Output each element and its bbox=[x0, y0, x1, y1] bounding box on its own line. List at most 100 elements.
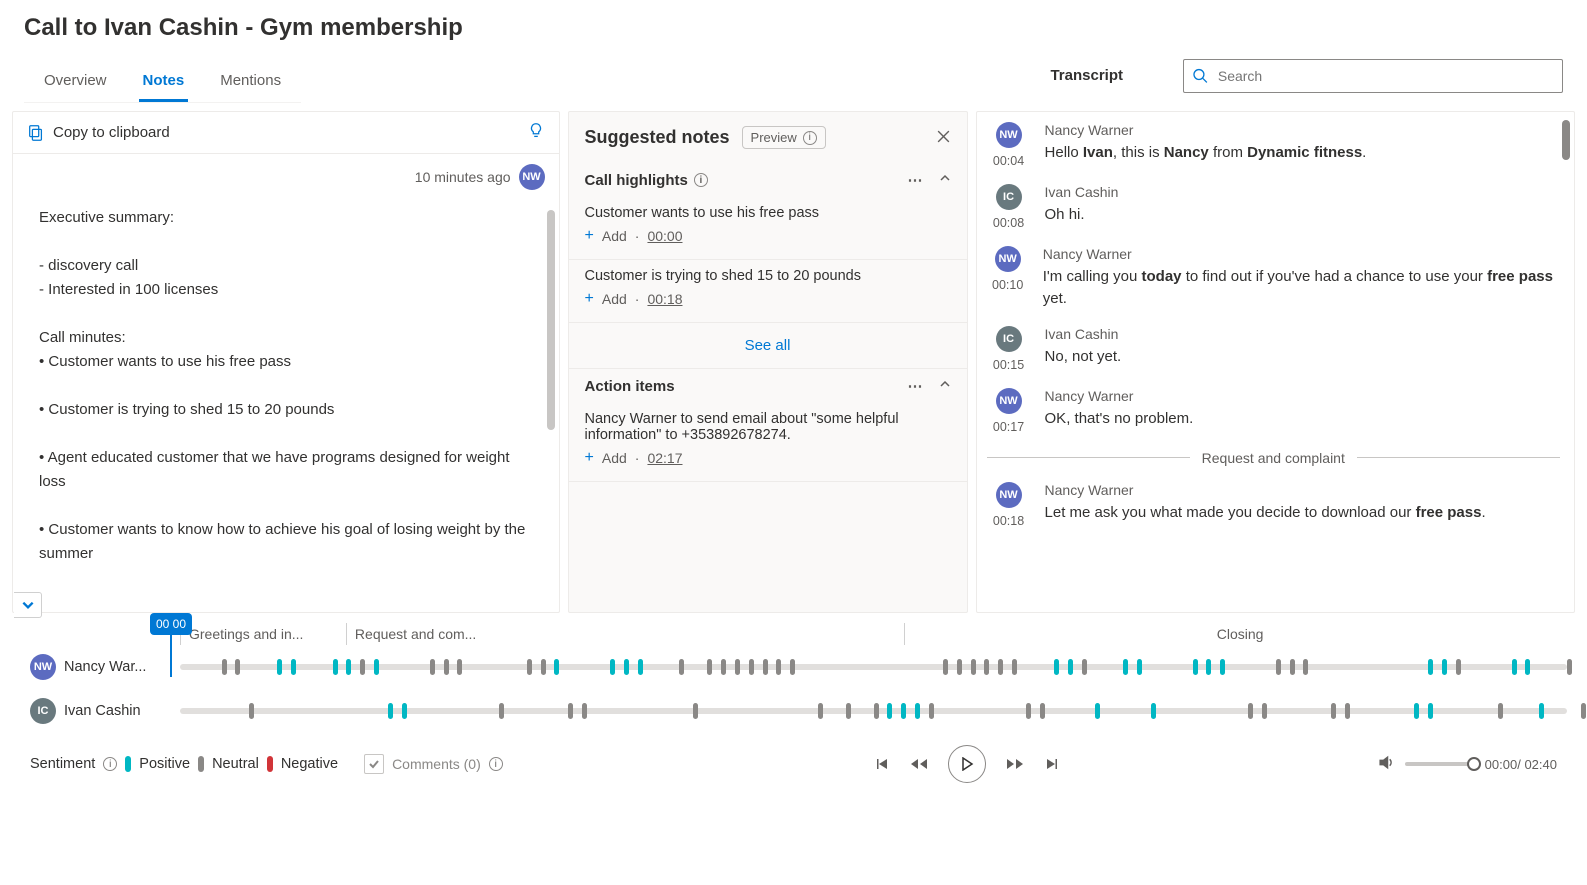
sentiment-tick[interactable] bbox=[582, 703, 587, 719]
add-button[interactable]: Add bbox=[602, 291, 627, 307]
sentiment-tick[interactable] bbox=[291, 659, 296, 675]
info-icon[interactable]: i bbox=[103, 757, 117, 771]
sentiment-tick[interactable] bbox=[1414, 703, 1419, 719]
timestamp-link[interactable]: 02:17 bbox=[647, 450, 682, 466]
sentiment-tick[interactable] bbox=[444, 659, 449, 675]
sentiment-tick[interactable] bbox=[374, 659, 379, 675]
sentiment-tick[interactable] bbox=[638, 659, 643, 675]
sentiment-tick[interactable] bbox=[222, 659, 227, 675]
play-icon[interactable] bbox=[948, 745, 986, 783]
playhead-line[interactable] bbox=[170, 613, 172, 677]
tab-notes[interactable]: Notes bbox=[139, 66, 189, 102]
sentiment-tick[interactable] bbox=[402, 703, 407, 719]
sentiment-tick[interactable] bbox=[430, 659, 435, 675]
see-all-link[interactable]: See all bbox=[569, 323, 967, 369]
volume-slider[interactable] bbox=[1405, 762, 1475, 766]
sentiment-tick[interactable] bbox=[1248, 703, 1253, 719]
sentiment-tick[interactable] bbox=[846, 703, 851, 719]
add-icon[interactable]: + bbox=[585, 290, 594, 308]
forward-icon[interactable] bbox=[1006, 756, 1024, 772]
sentiment-tick[interactable] bbox=[541, 659, 546, 675]
transcript-scrollbar[interactable] bbox=[1562, 120, 1570, 160]
sentiment-tick[interactable] bbox=[554, 659, 559, 675]
sentiment-tick[interactable] bbox=[721, 659, 726, 675]
tab-overview[interactable]: Overview bbox=[40, 66, 111, 102]
sentiment-tick[interactable] bbox=[1276, 659, 1281, 675]
tab-mentions[interactable]: Mentions bbox=[216, 66, 285, 102]
info-icon[interactable]: i bbox=[694, 173, 708, 187]
add-button[interactable]: Add bbox=[602, 228, 627, 244]
chevron-up-icon[interactable] bbox=[939, 377, 951, 395]
timestamp-link[interactable]: 00:00 bbox=[647, 228, 682, 244]
sentiment-tick[interactable] bbox=[735, 659, 740, 675]
sentiment-tick[interactable] bbox=[610, 659, 615, 675]
sentiment-tick[interactable] bbox=[1082, 659, 1087, 675]
sentiment-tick[interactable] bbox=[360, 659, 365, 675]
sentiment-tick[interactable] bbox=[1345, 703, 1350, 719]
sentiment-tick[interactable] bbox=[1428, 703, 1433, 719]
track-bar[interactable] bbox=[180, 664, 1567, 670]
sentiment-tick[interactable] bbox=[957, 659, 962, 675]
add-button[interactable]: Add bbox=[602, 450, 627, 466]
sentiment-tick[interactable] bbox=[1206, 659, 1211, 675]
sentiment-tick[interactable] bbox=[568, 703, 573, 719]
sentiment-tick[interactable] bbox=[333, 659, 338, 675]
search-field[interactable] bbox=[1216, 67, 1554, 85]
transcript-row[interactable]: IC00:08Ivan CashinOh hi. bbox=[987, 184, 1560, 230]
lightbulb-icon[interactable] bbox=[527, 122, 545, 143]
sentiment-tick[interactable] bbox=[901, 703, 906, 719]
sentiment-tick[interactable] bbox=[776, 659, 781, 675]
sentiment-tick[interactable] bbox=[1581, 703, 1586, 719]
transcript-row[interactable]: NW00:04Nancy WarnerHello Ivan, this is N… bbox=[987, 122, 1560, 168]
sentiment-tick[interactable] bbox=[1054, 659, 1059, 675]
sentiment-tick[interactable] bbox=[499, 703, 504, 719]
sentiment-tick[interactable] bbox=[790, 659, 795, 675]
sentiment-tick[interactable] bbox=[1525, 659, 1530, 675]
sentiment-tick[interactable] bbox=[818, 703, 823, 719]
sentiment-tick[interactable] bbox=[1123, 659, 1128, 675]
sentiment-tick[interactable] bbox=[1498, 703, 1503, 719]
search-input[interactable] bbox=[1183, 59, 1563, 93]
sentiment-tick[interactable] bbox=[707, 659, 712, 675]
sentiment-tick[interactable] bbox=[971, 659, 976, 675]
preview-badge[interactable]: Previewi bbox=[742, 126, 826, 149]
timeline-segment[interactable]: Request and com... bbox=[346, 623, 904, 645]
sentiment-tick[interactable] bbox=[1428, 659, 1433, 675]
sentiment-tick[interactable] bbox=[1068, 659, 1073, 675]
add-icon[interactable]: + bbox=[585, 227, 594, 245]
timestamp-link[interactable]: 00:18 bbox=[647, 291, 682, 307]
sentiment-tick[interactable] bbox=[1512, 659, 1517, 675]
sentiment-tick[interactable] bbox=[915, 703, 920, 719]
sentiment-tick[interactable] bbox=[457, 659, 462, 675]
skip-end-icon[interactable] bbox=[1044, 756, 1060, 772]
sentiment-tick[interactable] bbox=[1012, 659, 1017, 675]
sentiment-tick[interactable] bbox=[1331, 703, 1336, 719]
sentiment-tick[interactable] bbox=[693, 703, 698, 719]
add-icon[interactable]: + bbox=[585, 449, 594, 467]
sentiment-tick[interactable] bbox=[1095, 703, 1100, 719]
more-icon[interactable]: ⋯ bbox=[908, 171, 923, 189]
volume-icon[interactable] bbox=[1378, 754, 1395, 774]
timeline-segment[interactable]: Greetings and in... bbox=[180, 623, 346, 645]
sentiment-tick[interactable] bbox=[998, 659, 1003, 675]
transcript-row[interactable]: NW00:10Nancy WarnerI'm calling you today… bbox=[987, 246, 1560, 310]
comments-button[interactable]: Comments (0)i bbox=[364, 754, 503, 774]
sentiment-tick[interactable] bbox=[887, 703, 892, 719]
more-icon[interactable]: ⋯ bbox=[908, 377, 923, 395]
chevron-up-icon[interactable] bbox=[939, 171, 951, 189]
sentiment-tick[interactable] bbox=[1137, 659, 1142, 675]
sentiment-tick[interactable] bbox=[874, 703, 879, 719]
sentiment-tick[interactable] bbox=[1040, 703, 1045, 719]
sentiment-tick[interactable] bbox=[943, 659, 948, 675]
sentiment-tick[interactable] bbox=[277, 659, 282, 675]
sentiment-tick[interactable] bbox=[1456, 659, 1461, 675]
sentiment-tick[interactable] bbox=[1026, 703, 1031, 719]
expand-toggle[interactable] bbox=[14, 592, 42, 618]
transcript-row[interactable]: IC00:15Ivan CashinNo, not yet. bbox=[987, 326, 1560, 372]
copy-to-clipboard-button[interactable]: Copy to clipboard bbox=[27, 124, 170, 142]
timeline-segment[interactable]: Closing bbox=[904, 623, 1567, 645]
notes-scrollbar[interactable] bbox=[547, 210, 555, 602]
sentiment-tick[interactable] bbox=[624, 659, 629, 675]
sentiment-tick[interactable] bbox=[1303, 659, 1308, 675]
sentiment-tick[interactable] bbox=[679, 659, 684, 675]
